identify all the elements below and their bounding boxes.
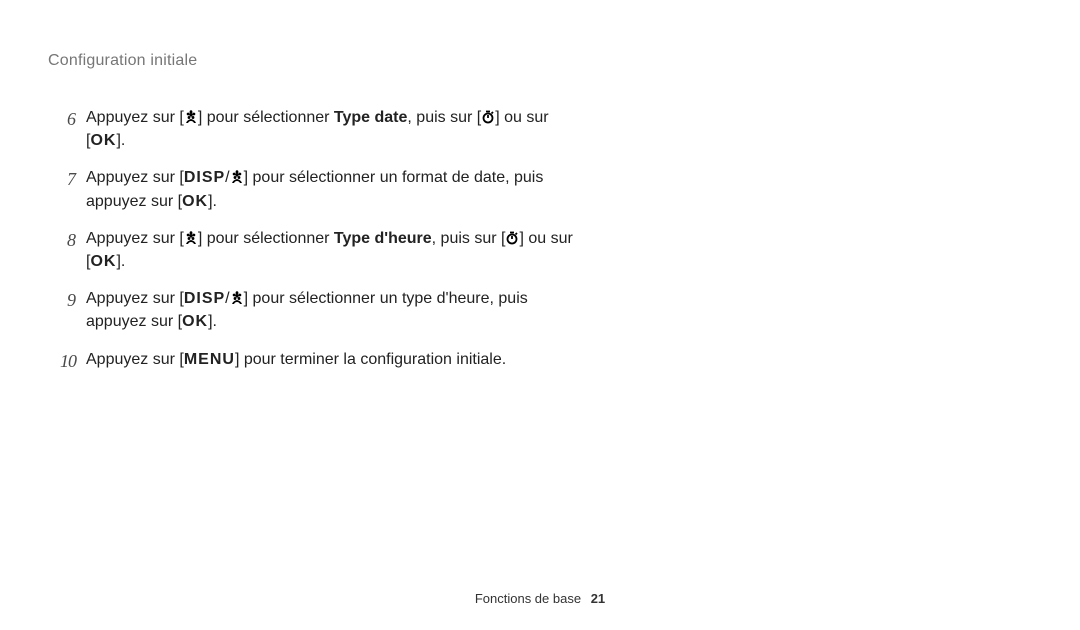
step-number: 7 xyxy=(48,166,86,212)
timer-icon xyxy=(481,110,495,124)
macro-flower-icon xyxy=(230,170,244,184)
disp-label: DISP xyxy=(184,169,225,186)
step-text: Appuyez sur [MENU] pour terminer la conf… xyxy=(86,348,580,374)
footer-page-number: 21 xyxy=(591,591,605,606)
step-10: 10 Appuyez sur [MENU] pour terminer la c… xyxy=(48,348,580,374)
ok-label: OK xyxy=(182,313,208,330)
page-footer: Fonctions de base 21 xyxy=(0,591,1080,606)
page-content: Configuration initiale 6 Appuyez sur [] … xyxy=(0,0,640,374)
ok-label: OK xyxy=(90,253,116,270)
step-7: 7 Appuyez sur [DISP/] pour sélectionner … xyxy=(48,166,580,212)
step-number: 10 xyxy=(48,348,86,374)
ok-label: OK xyxy=(182,193,208,210)
footer-section: Fonctions de base xyxy=(475,591,581,606)
step-9: 9 Appuyez sur [DISP/] pour sélectionner … xyxy=(48,287,580,333)
step-number: 8 xyxy=(48,227,86,273)
menu-label: MENU xyxy=(184,351,235,368)
macro-flower-icon xyxy=(230,291,244,305)
step-8: 8 Appuyez sur [] pour sélectionner Type … xyxy=(48,227,580,273)
step-number: 6 xyxy=(48,106,86,152)
page-header: Configuration initiale xyxy=(48,52,580,70)
bold-type-heure: Type d'heure xyxy=(334,230,432,247)
macro-flower-icon xyxy=(184,110,198,124)
ok-label: OK xyxy=(90,132,116,149)
step-text: Appuyez sur [] pour sélectionner Type da… xyxy=(86,106,580,152)
step-6: 6 Appuyez sur [] pour sélectionner Type … xyxy=(48,106,580,152)
timer-icon xyxy=(505,231,519,245)
macro-flower-icon xyxy=(184,231,198,245)
step-number: 9 xyxy=(48,287,86,333)
disp-label: DISP xyxy=(184,290,225,307)
step-text: Appuyez sur [DISP/] pour sélectionner un… xyxy=(86,287,580,333)
step-text: Appuyez sur [DISP/] pour sélectionner un… xyxy=(86,166,580,212)
step-text: Appuyez sur [] pour sélectionner Type d'… xyxy=(86,227,580,273)
bold-type-date: Type date xyxy=(334,109,408,126)
